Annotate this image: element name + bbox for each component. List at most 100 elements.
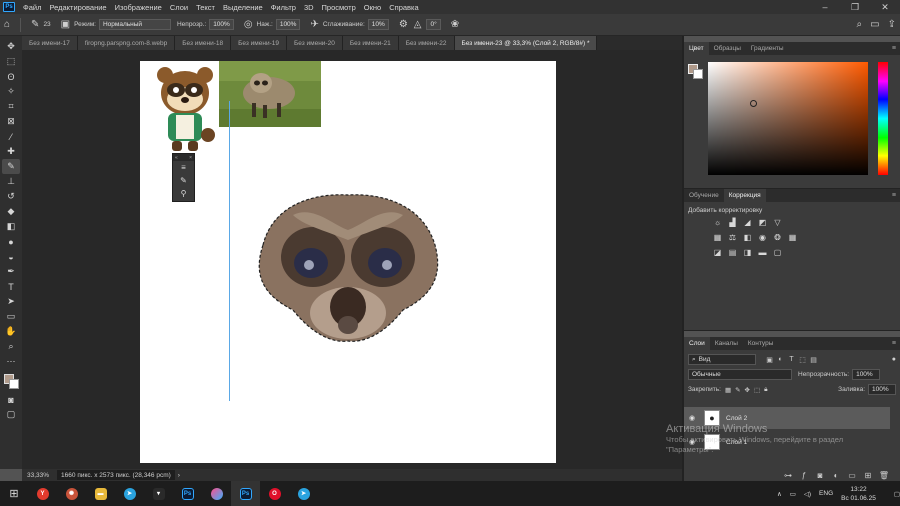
taskbar-app-photoshop-2[interactable]: Ps — [231, 481, 260, 506]
airbrush-icon[interactable]: ✈ — [310, 19, 318, 30]
network-icon[interactable]: ▭ — [790, 490, 796, 498]
color-lookup-icon[interactable]: ▦ — [785, 232, 800, 243]
new-adjustment-icon[interactable]: ◐ — [828, 471, 844, 480]
menu-type[interactable]: Текст — [192, 3, 219, 12]
blend-mode-select[interactable]: Обычные — [688, 369, 792, 380]
symmetry-icon[interactable]: ❀ — [451, 19, 459, 30]
notifications-icon[interactable]: ▢ — [894, 490, 900, 498]
pen-tool-icon[interactable]: ✒ — [2, 264, 20, 279]
menu-view[interactable]: Просмотр — [318, 3, 360, 12]
layer-opacity-input[interactable]: 100% — [852, 369, 881, 380]
eyedropper-tool-icon[interactable]: ⁄ — [2, 129, 20, 144]
add-mask-icon[interactable]: ◙ — [812, 471, 828, 480]
chevron-up-icon[interactable]: ∧ — [777, 490, 782, 498]
tab-channels[interactable]: Каналы — [710, 337, 743, 350]
curves-icon[interactable]: ◢ — [740, 217, 755, 228]
brush-settings-panel-icon[interactable]: ≡ — [173, 161, 194, 174]
dodge-tool-icon[interactable]: ◒ — [2, 249, 20, 264]
posterize-icon[interactable]: ▤ — [725, 247, 740, 258]
quick-select-tool-icon[interactable]: ✧ — [2, 84, 20, 99]
lock-artboard-icon[interactable]: ⬚ — [754, 386, 760, 394]
menu-image[interactable]: Изображение — [111, 3, 166, 12]
taskbar-app-steam[interactable]: ▾ — [144, 481, 173, 506]
healing-tool-icon[interactable]: ✚ — [2, 144, 20, 159]
layer-filter-select[interactable]: ⌕ Вид — [688, 354, 756, 365]
trash-icon[interactable]: 🗑︎ — [876, 471, 892, 480]
floating-panel-header[interactable]: «× — [173, 154, 194, 161]
path-select-tool-icon[interactable]: ➤ — [2, 294, 20, 309]
canvas-area[interactable]: «× ≡ ✎ ⚲ — [22, 50, 682, 469]
screen-mode-icon[interactable]: ▢ — [2, 407, 20, 422]
crop-tool-icon[interactable]: ⌗ — [2, 99, 20, 114]
color-picker-handle[interactable] — [750, 100, 757, 107]
move-tool-icon[interactable]: ✥ — [2, 39, 20, 54]
opacity-input[interactable]: 100% — [209, 19, 234, 30]
clone-source-icon[interactable]: ⚲ — [173, 187, 194, 200]
quick-mask-icon[interactable]: ◙ — [2, 392, 20, 407]
menu-window[interactable]: Окно — [360, 3, 385, 12]
black-white-icon[interactable]: ◧ — [740, 232, 755, 243]
marquee-tool-icon[interactable]: ⬚ — [2, 54, 20, 69]
document-canvas[interactable] — [140, 61, 556, 463]
frame-tool-icon[interactable]: ⊠ — [2, 114, 20, 129]
tab-gradients[interactable]: Градиенты — [746, 42, 789, 55]
background-color-swatch[interactable] — [9, 379, 19, 389]
tab-webp-image[interactable]: firopng.parspng.com-8.webp — [77, 36, 176, 50]
brush-settings-icon[interactable]: ▣ — [61, 19, 70, 30]
eraser-tool-icon[interactable]: ◆ — [2, 204, 20, 219]
volume-icon[interactable]: ◁) — [804, 490, 811, 498]
close-icon[interactable]: × — [189, 155, 192, 161]
brush-size-picker[interactable]: 23 — [43, 21, 50, 28]
threshold-icon[interactable]: ◨ — [740, 247, 755, 258]
tab-color[interactable]: Цвет — [684, 42, 709, 55]
taskbar-app-opera[interactable]: O — [260, 481, 289, 506]
minimize-button[interactable]: – — [810, 2, 840, 13]
hue-saturation-icon[interactable]: ▦ — [710, 232, 725, 243]
panel-menu-icon[interactable]: ≡ — [892, 45, 896, 52]
filter-toggle-icon[interactable]: ● — [892, 356, 896, 363]
lock-position-icon[interactable]: ✥ — [745, 386, 750, 394]
new-group-icon[interactable]: ▭ — [844, 471, 860, 480]
tab-untitled-20[interactable]: Без имени-20 — [286, 36, 343, 50]
menu-3d[interactable]: 3D — [300, 3, 318, 12]
taskbar-app-yandex[interactable]: Y — [28, 481, 57, 506]
gear-icon[interactable]: ⚙ — [399, 19, 408, 30]
layer-name[interactable]: Слой 2 — [726, 415, 747, 422]
hue-slider[interactable] — [878, 62, 888, 175]
vibrance-icon[interactable]: ▽ — [770, 217, 785, 228]
color-field[interactable] — [708, 62, 868, 175]
taskbar-app-telegram[interactable]: ➤ — [115, 481, 144, 506]
link-layers-icon[interactable]: ⊶ — [780, 471, 796, 480]
taskbar-app-telegram-2[interactable]: ➤ — [289, 481, 318, 506]
menu-filter[interactable]: Фильтр — [267, 3, 300, 12]
tab-untitled-21[interactable]: Без имени-21 — [342, 36, 399, 50]
close-button[interactable]: ✕ — [870, 2, 900, 13]
brightness-icon[interactable]: ☼ — [710, 217, 725, 228]
smoothing-input[interactable]: 10% — [367, 19, 389, 30]
hand-tool-icon[interactable]: ✋ — [2, 324, 20, 339]
tab-untitled-23-active[interactable]: Без имени-23 @ 33,3% (Слой 2, RGB/8#) * — [454, 36, 598, 50]
lock-pixels-icon[interactable]: ✎ — [735, 386, 740, 394]
exposure-icon[interactable]: ◩ — [755, 217, 770, 228]
invert-icon[interactable]: ◪ — [710, 247, 725, 258]
rectangle-tool-icon[interactable]: ▭ — [2, 309, 20, 324]
pixel-filter-icon[interactable]: ▣ — [764, 356, 775, 364]
menu-layers[interactable]: Слои — [166, 3, 192, 12]
taskbar-app-paint[interactable] — [202, 481, 231, 506]
tab-untitled-19[interactable]: Без имени-19 — [231, 36, 287, 50]
tab-swatches[interactable]: Образцы — [709, 42, 746, 55]
vertical-guide-line[interactable] — [229, 101, 230, 401]
panel-color-swatches[interactable] — [688, 64, 703, 79]
document-info[interactable]: 1660 пикс. x 2573 пикс. (28,346 pcm) — [57, 470, 175, 480]
share-icon[interactable]: ⇪ — [888, 19, 896, 30]
shape-filter-icon[interactable]: ⬚ — [797, 356, 808, 364]
new-layer-icon[interactable]: ⊞ — [860, 471, 876, 480]
menu-select[interactable]: Выделение — [219, 3, 267, 12]
workspace-icon[interactable]: ▭ — [870, 19, 879, 30]
brush-tool-icon[interactable]: ✎ — [2, 159, 20, 174]
home-icon[interactable]: ⌂ — [4, 19, 10, 30]
channel-mixer-icon[interactable]: ❂ — [770, 232, 785, 243]
windows-start-icon[interactable]: ⊞ — [0, 487, 28, 500]
levels-icon[interactable]: ▟ — [725, 217, 740, 228]
blur-tool-icon[interactable]: ● — [2, 234, 20, 249]
